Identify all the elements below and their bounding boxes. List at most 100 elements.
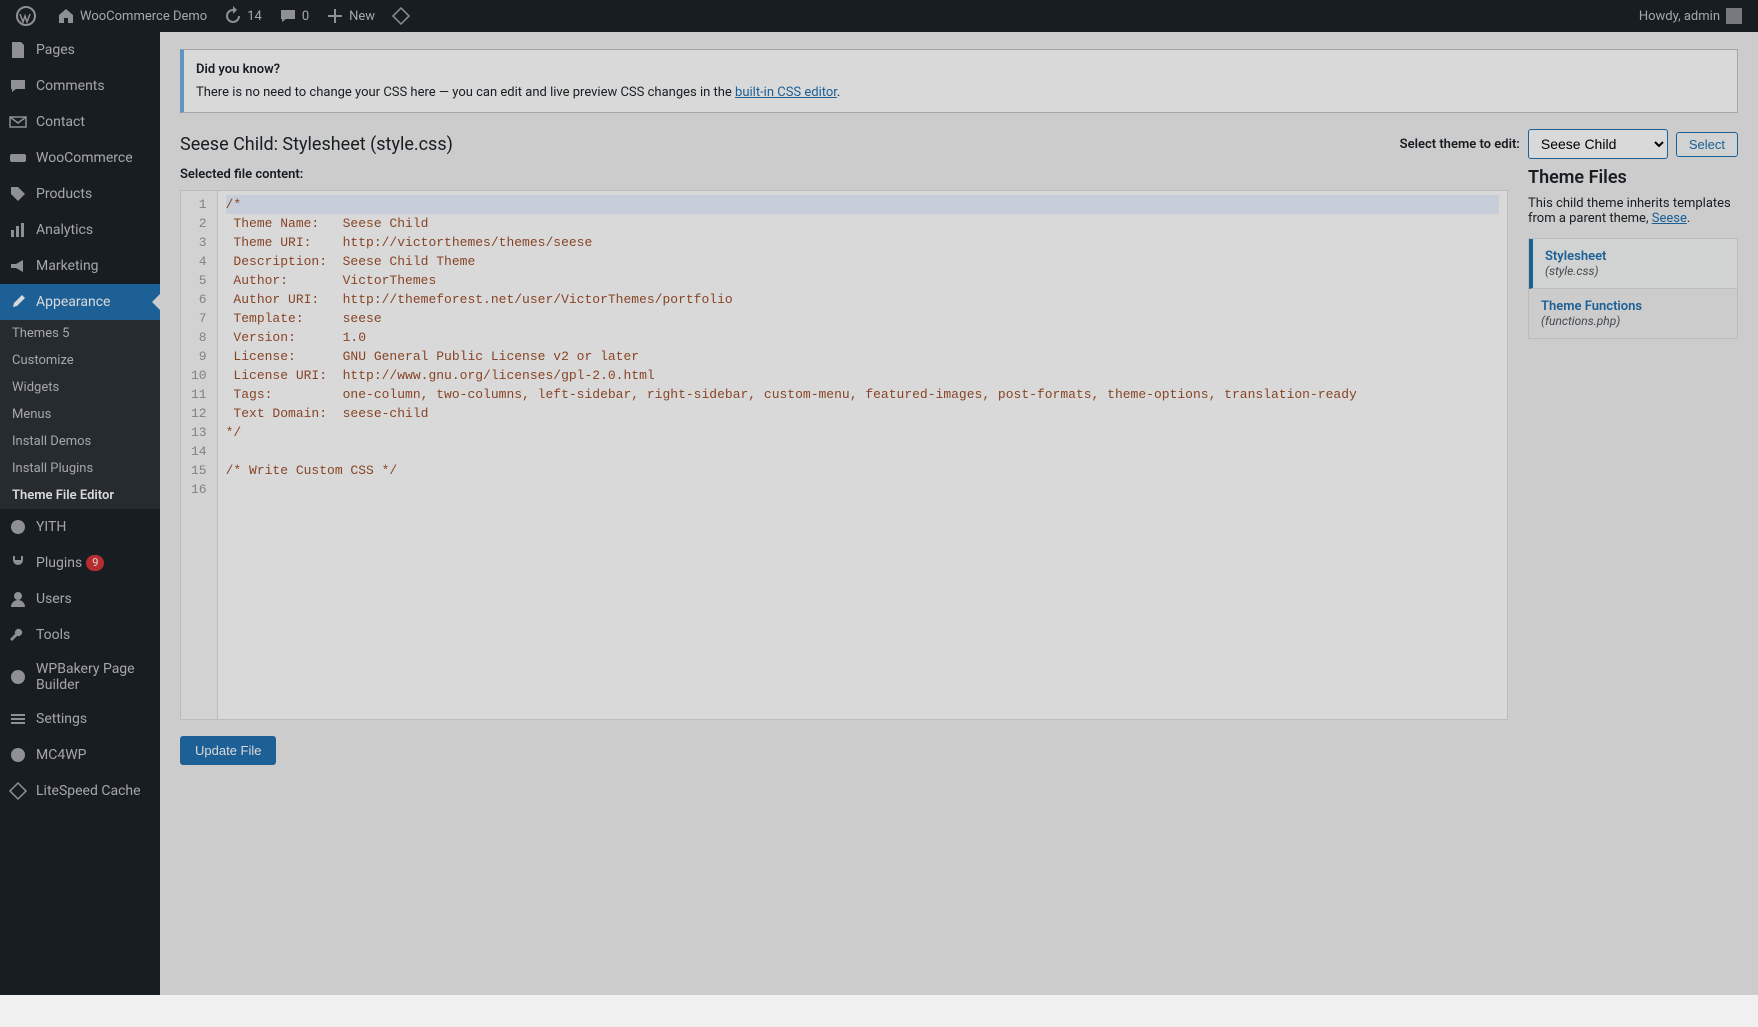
menu-appearance[interactable]: Appearance [0,284,160,320]
menu-pages[interactable]: Pages [0,32,160,68]
theme-file-item[interactable]: Stylesheet(style.css) [1529,239,1737,289]
theme-select-label: Select theme to edit: [1400,137,1520,152]
code-area[interactable]: /* Theme Name: Seese Child Theme URI: ht… [218,191,1507,719]
code-line: /* [226,195,1499,214]
submenu-install-plugins[interactable]: Install Plugins [0,455,160,482]
wp-logo[interactable] [8,0,48,32]
menu-tools[interactable]: Tools [0,617,160,653]
menu-label: WPBakery Page Builder [36,661,152,693]
menu-wpbakery[interactable]: WPBakery Page Builder [0,653,160,701]
comments-count: 0 [302,9,309,24]
file-name: Theme Functions [1541,299,1725,314]
account-link[interactable]: Howdy, admin [1631,8,1750,24]
code-line [226,442,1499,461]
code-line: Tags: one-column, two-columns, left-side… [226,385,1499,404]
menu-products[interactable]: Products [0,176,160,212]
menu-label: WooCommerce [36,150,133,166]
menu-woocommerce[interactable]: WooCommerce [0,140,160,176]
menu-litespeed[interactable]: LiteSpeed Cache [0,773,160,809]
settings-icon [8,709,28,729]
submenu-label: Widgets [12,380,59,395]
submenu-themes[interactable]: Themes 5 [0,320,160,347]
theme-select[interactable]: Seese Child [1528,129,1668,159]
submenu-menus[interactable]: Menus [0,401,160,428]
comments-link[interactable]: 0 [270,0,317,32]
wordpress-icon [16,6,36,26]
file-filename: (style.css) [1545,264,1725,278]
menu-settings[interactable]: Settings [0,701,160,737]
diamond-icon [391,6,411,26]
submenu-label: Menus [12,407,51,422]
desc-after: . [1687,211,1690,226]
code-line: Author URI: http://themeforest.net/user/… [226,290,1499,309]
howdy-text: Howdy, admin [1639,9,1720,24]
new-content[interactable]: New [317,0,383,32]
home-icon [56,6,76,26]
menu-label: Pages [36,42,75,58]
menu-comments[interactable]: Comments [0,68,160,104]
theme-file-item[interactable]: Theme Functions(functions.php) [1529,289,1737,338]
analytics-icon [8,220,28,240]
menu-yith[interactable]: YITH [0,509,160,545]
mailchimp-icon [8,745,28,765]
litespeed-toolbar[interactable] [383,0,423,32]
menu-label: Contact [36,114,85,130]
pages-icon [8,40,28,60]
wrench-icon [8,625,28,645]
menu-label: Plugins [36,555,82,571]
code-line: Author: VictorThemes [226,271,1499,290]
menu-label: Appearance [36,294,110,310]
menu-label: MC4WP [36,747,86,763]
file-heading: Seese Child: Stylesheet (style.css) [180,134,453,155]
themes-badge: 5 [62,326,69,341]
admin-toolbar: WooCommerce Demo 14 0 New Howdy, admin [0,0,1758,32]
update-file-button[interactable]: Update File [180,736,276,765]
menu-analytics[interactable]: Analytics [0,212,160,248]
submenu-customize[interactable]: Customize [0,347,160,374]
code-editor[interactable]: 12345678910111213141516 /* Theme Name: S… [180,190,1508,720]
comment-icon [8,76,28,96]
wpbakery-icon [8,667,28,687]
submenu-theme-file-editor[interactable]: Theme File Editor [0,482,160,509]
site-link[interactable]: WooCommerce Demo [48,0,215,32]
plus-icon [325,6,345,26]
woo-icon [8,148,28,168]
parent-theme-link[interactable]: Seese [1652,211,1687,226]
menu-plugins[interactable]: Plugins 9 [0,545,160,581]
menu-label: Analytics [36,222,93,238]
selected-file-label: Selected file content: [180,167,1508,182]
submenu-install-demos[interactable]: Install Demos [0,428,160,455]
menu-marketing[interactable]: Marketing [0,248,160,284]
yith-icon [8,517,28,537]
updates-link[interactable]: 14 [215,0,270,32]
menu-label: Marketing [36,258,99,274]
menu-users[interactable]: Users [0,581,160,617]
products-icon [8,184,28,204]
user-icon [8,589,28,609]
menu-label: Products [36,186,92,202]
submenu-label: Themes [12,326,59,341]
menu-label: Users [36,591,72,607]
menu-label: YITH [36,519,66,535]
code-line: Theme URI: http://victorthemes/themes/se… [226,233,1499,252]
select-button[interactable]: Select [1676,132,1738,157]
submenu-label: Theme File Editor [12,488,114,503]
menu-label: LiteSpeed Cache [36,783,141,799]
code-line: Description: Seese Child Theme [226,252,1499,271]
menu-contact[interactable]: Contact [0,104,160,140]
notice-heading: Did you know? [196,62,280,77]
submenu-widgets[interactable]: Widgets [0,374,160,401]
plugins-badge: 9 [86,555,104,571]
admin-menu: Pages Comments Contact WooCommerce Produ… [0,32,160,995]
css-editor-link[interactable]: built-in CSS editor [735,85,837,100]
notice-text: There is no need to change your CSS here… [196,85,735,100]
line-gutter: 12345678910111213141516 [181,191,218,719]
code-line: License: GNU General Public License v2 o… [226,347,1499,366]
mail-icon [8,112,28,132]
menu-label: Settings [36,711,87,727]
desc-text: This child theme inherits templates from… [1528,196,1731,226]
menu-mc4wp[interactable]: MC4WP [0,737,160,773]
code-line: Theme Name: Seese Child [226,214,1499,233]
site-name: WooCommerce Demo [80,9,207,24]
plug-icon [8,553,28,573]
